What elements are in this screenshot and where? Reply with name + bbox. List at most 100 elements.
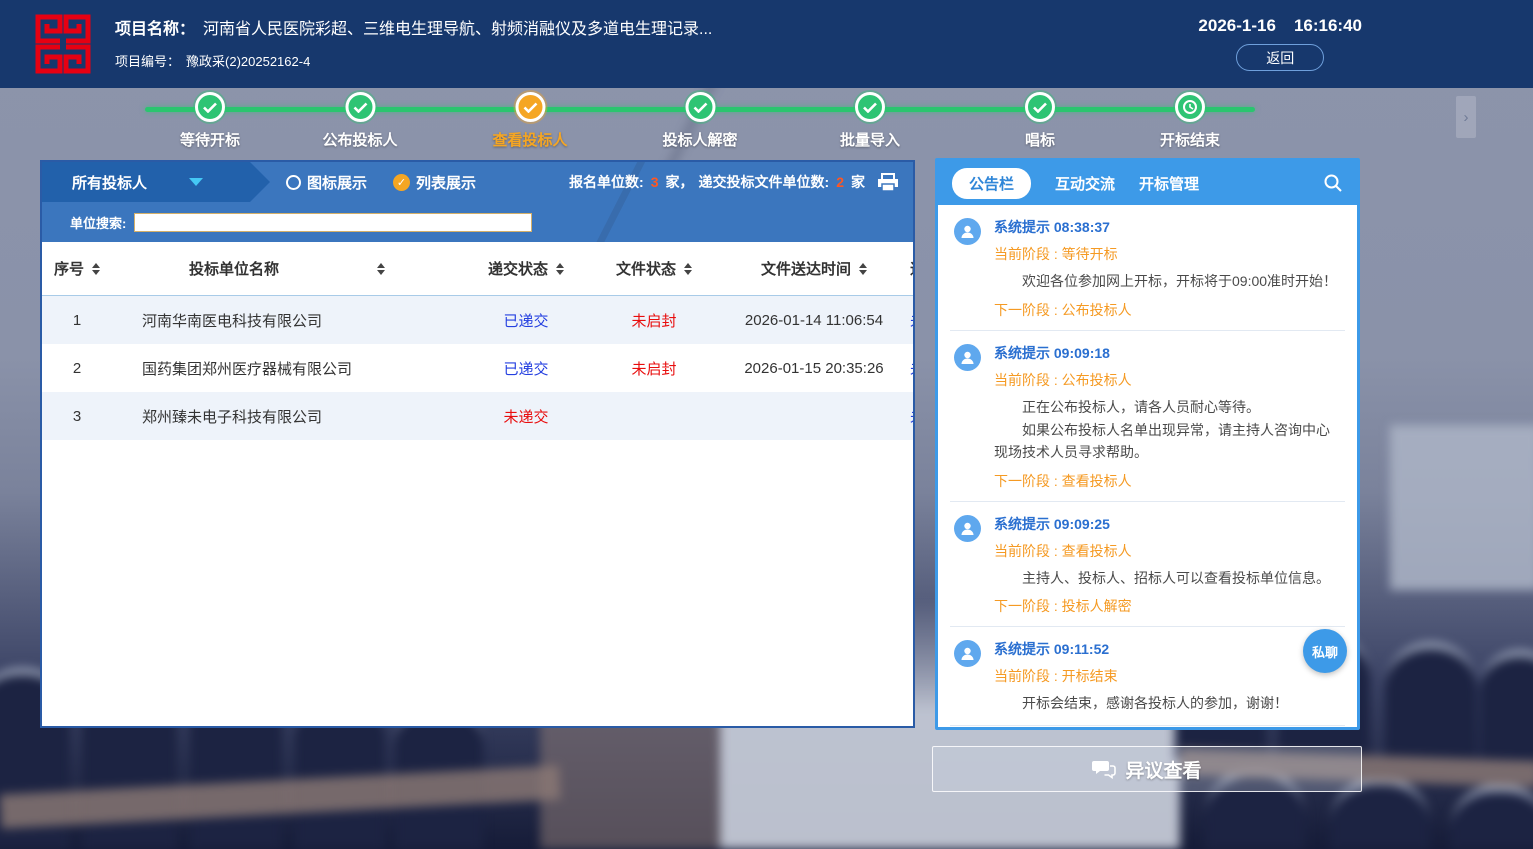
objection-view-button[interactable]: 异议查看 <box>932 746 1362 792</box>
view-mode-icon-option[interactable]: 图标展示 <box>286 172 367 193</box>
view-mode-list-option[interactable]: ✓ 列表展示 <box>393 172 476 193</box>
bidder-name: 郑州臻未电子科技有限公司 <box>112 406 462 427</box>
objection-label: 异议查看 <box>1125 756 1201 783</box>
toolbar-row-search: 单位搜索: <box>42 202 913 242</box>
radio-unselected-icon <box>286 175 301 190</box>
user-avatar-icon <box>954 515 981 542</box>
return-status-clipped: 未 <box>910 406 913 427</box>
table-row[interactable]: 1 河南华南医电科技有限公司 已递交 未启封 2026-01-14 11:06:… <box>42 296 913 344</box>
step-label: 开标结束 <box>1160 129 1220 150</box>
col-header: 文件状态 <box>616 258 676 279</box>
view-icon-label: 图标展示 <box>307 172 367 193</box>
step-read-bids[interactable]: 唱标 <box>1025 92 1055 150</box>
col-header: 递交状态 <box>488 258 548 279</box>
return-status-clipped: 未 <box>910 358 913 379</box>
next-stage: 下一阶段 : 查看投标人 <box>994 471 1343 491</box>
step-finished[interactable]: 开标结束 <box>1160 92 1220 150</box>
tab-interaction[interactable]: 互动交流 <box>1055 173 1115 194</box>
print-icon[interactable] <box>877 173 899 192</box>
project-no: 豫政采(2)20252162-4 <box>186 54 310 69</box>
next-stage: 下一阶段 : 投标人解密 <box>994 596 1343 616</box>
bidder-name: 国药集团郑州医疗器械有限公司 <box>112 358 462 379</box>
check-icon <box>195 92 225 122</box>
message-time: 09:11:52 <box>1054 641 1109 657</box>
search-icon[interactable] <box>1323 173 1343 193</box>
message-body: 开标会结束，感谢各投标人的参加，谢谢！ <box>994 693 1343 715</box>
check-icon <box>685 92 715 122</box>
private-chat-button[interactable]: 私聊 <box>1303 629 1347 673</box>
tab-bid-management[interactable]: 开标管理 <box>1139 173 1199 194</box>
sort-icon[interactable] <box>556 263 564 275</box>
header-right: 2026-1-16 16:16:40 返回 <box>1198 16 1362 71</box>
announcement-panel: 公告栏 互动交流 开标管理 系统提示 08:38:37 当前阶段 : 等待开标 … <box>935 158 1360 730</box>
bidders-toolbar: 所有投标人 图标展示 ✓ 列表展示 报名单位数: 3 家， <box>42 162 913 242</box>
back-button[interactable]: 返回 <box>1236 44 1324 71</box>
user-avatar-icon <box>954 640 981 667</box>
project-info: 项目名称：河南省人民医院彩超、三维电生理导航、射频消融仪及多道电生理记录... … <box>115 15 712 70</box>
message-sender: 系统提示 <box>994 641 1050 657</box>
bidder-filter-dropdown[interactable]: 所有投标人 <box>42 162 270 202</box>
message-body: 如果公布投标人名单出现异常，请主持人咨询中心现场技术人员寻求帮助。 <box>994 420 1343 463</box>
current-stage: 当前阶段 : 开标结束 <box>994 666 1343 686</box>
app-logo <box>34 13 92 75</box>
delivery-time: 2026-01-15 20:35:26 <box>718 360 910 377</box>
sort-icon[interactable] <box>684 263 692 275</box>
step-decrypt[interactable]: 投标人解密 <box>662 92 737 150</box>
project-name: 河南省人民医院彩超、三维电生理导航、射频消融仪及多道电生理记录... <box>203 21 712 38</box>
user-avatar-icon <box>954 218 981 245</box>
col-header: 序号 <box>54 258 84 279</box>
message-body: 主持人、投标人、招标人可以查看投标单位信息。 <box>994 568 1343 590</box>
chat-bubbles-icon <box>1092 759 1116 779</box>
registered-label: 报名单位数: <box>569 172 644 192</box>
file-status: 未启封 <box>590 358 718 379</box>
bid-opening-hall: 项目名称：河南省人民医院彩超、三维电生理导航、射频消融仪及多道电生理记录... … <box>0 0 1533 849</box>
message-item: 系统提示 09:09:18 当前阶段 : 公布投标人 正在公布投标人，请各人员耐… <box>950 331 1345 502</box>
row-no: 2 <box>42 360 112 377</box>
sort-icon[interactable] <box>859 263 867 275</box>
submitted-label: 递交投标文件单位数: <box>699 172 830 192</box>
bg-chair <box>1450 785 1533 849</box>
row-no: 3 <box>42 408 112 425</box>
step-label: 唱标 <box>1025 129 1055 150</box>
step-announce-bidders[interactable]: 公布投标人 <box>322 92 397 150</box>
unit-search-label: 单位搜索: <box>70 213 126 232</box>
bidder-stats: 报名单位数: 3 家， 递交投标文件单位数: 2 家 <box>569 172 865 192</box>
message-item: 系统提示 09:11:52 当前阶段 : 开标结束 开标会结束，感谢各投标人的参… <box>950 627 1345 726</box>
current-time: 16:16:40 <box>1294 16 1362 36</box>
step-label: 等待开标 <box>180 129 240 150</box>
step-waiting[interactable]: 等待开标 <box>180 92 240 150</box>
message-list: 系统提示 08:38:37 当前阶段 : 等待开标 欢迎各位参加网上开标，开标将… <box>938 205 1357 727</box>
delivery-time: 2026-01-14 11:06:54 <box>718 312 910 329</box>
registered-count: 3 <box>649 174 661 190</box>
next-stage: 下一阶段 : 公布投标人 <box>994 300 1343 320</box>
step-label: 公布投标人 <box>322 129 397 150</box>
toolbar-row-filter: 所有投标人 图标展示 ✓ 列表展示 报名单位数: 3 家， <box>42 162 913 202</box>
sort-icon[interactable] <box>377 263 385 275</box>
current-stage: 当前阶段 : 等待开标 <box>994 244 1343 264</box>
col-header-clipped: 退 <box>910 258 913 279</box>
sort-icon[interactable] <box>92 263 100 275</box>
submit-status: 已递交 <box>462 358 590 379</box>
message-time: 08:38:37 <box>1054 219 1110 235</box>
bg-chair <box>1385 642 1477 760</box>
message-sender: 系统提示 <box>994 345 1050 361</box>
submitted-count: 2 <box>834 174 846 190</box>
current-stage: 当前阶段 : 公布投标人 <box>994 370 1343 390</box>
user-avatar-icon <box>954 344 981 371</box>
check-icon <box>1025 92 1055 122</box>
check-icon <box>855 92 885 122</box>
step-label: 批量导入 <box>840 129 900 150</box>
table-row[interactable]: 2 国药集团郑州医疗器械有限公司 已递交 未启封 2026-01-15 20:3… <box>42 344 913 392</box>
registered-unit: 家， <box>666 172 694 192</box>
collapse-chevron-button[interactable]: › <box>1456 96 1476 138</box>
progress-steps: 等待开标 公布投标人 查看投标人 投标人解密 批量导入 唱标 开标结束 <box>145 92 1255 144</box>
unit-search-input[interactable] <box>134 213 532 232</box>
view-list-label: 列表展示 <box>416 172 476 193</box>
table-row[interactable]: 3 郑州臻未电子科技有限公司 未递交 未 <box>42 392 913 440</box>
bg-chair <box>1480 650 1533 760</box>
tab-bulletin[interactable]: 公告栏 <box>952 168 1031 199</box>
message-time: 09:09:18 <box>1054 345 1110 361</box>
step-view-bidders[interactable]: 查看投标人 <box>492 92 567 150</box>
step-batch-import[interactable]: 批量导入 <box>840 92 900 150</box>
message-item: 我 09:11:52 终止开标，终止开标原因：因本项目递交投标文件不足三家，故本… <box>950 726 1345 727</box>
